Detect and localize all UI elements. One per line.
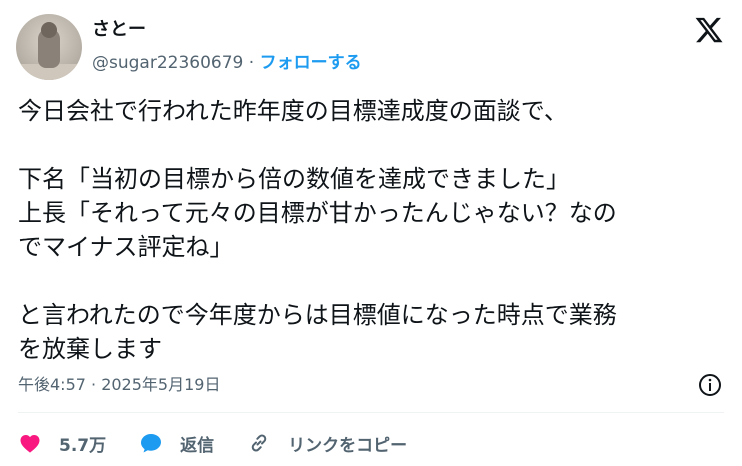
like-count: 5.7万 (59, 435, 107, 456)
like-button[interactable]: 5.7万 (18, 431, 106, 456)
copy-link-button[interactable]: リンクをコピー (247, 431, 407, 456)
copy-link-label: リンクをコピー (288, 435, 408, 456)
heart-icon (20, 435, 40, 453)
follow-button[interactable]: フォローする (260, 53, 362, 73)
timestamp[interactable]: 午後4:57 · 2025年5月19日 (18, 373, 220, 397)
reply-label: 返信 (180, 435, 215, 456)
x-logo-icon[interactable] (694, 15, 724, 45)
info-icon[interactable] (698, 373, 722, 397)
avatar[interactable] (16, 14, 82, 80)
tweet-text: 今日会社で行われた昨年度の目標達成度の面談で、 下名「当初の目標から倍の数値を達… (18, 97, 617, 363)
reply-bubble-icon (141, 434, 162, 453)
action-bar: 5.7万 返信 リンクをコピー (18, 428, 440, 458)
reply-button[interactable]: 返信 (139, 431, 214, 456)
divider (18, 412, 724, 413)
link-icon (251, 434, 267, 452)
separator-dot: · (248, 53, 255, 73)
display-name[interactable]: さとー (92, 18, 146, 42)
user-handle[interactable]: @sugar22360679 (92, 53, 243, 73)
handle-row: @sugar22360679 · フォローする (92, 51, 362, 75)
